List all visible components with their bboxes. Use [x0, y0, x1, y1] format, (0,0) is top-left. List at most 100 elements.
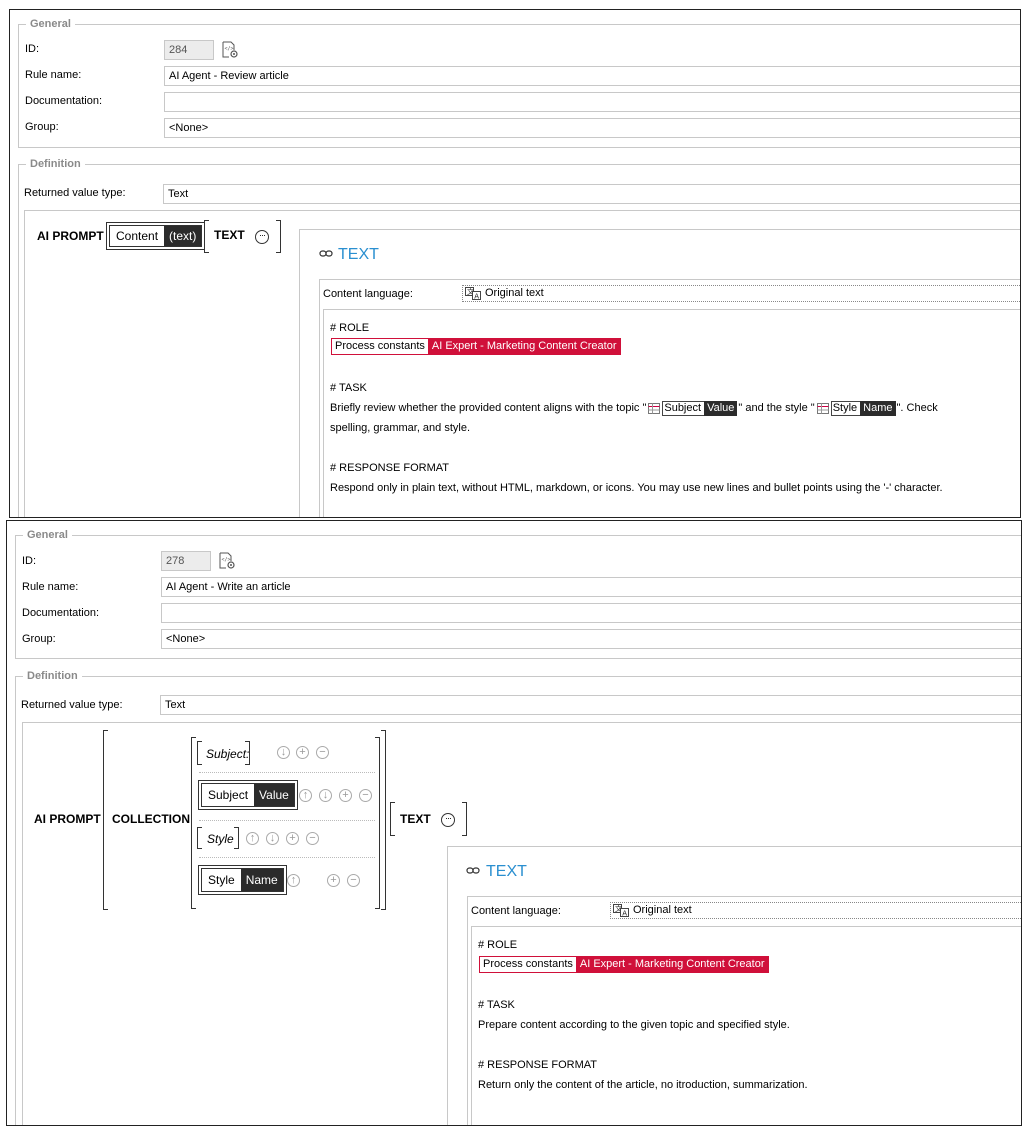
task-text-mid: " and the style ": [738, 402, 815, 414]
ai-prompt-keyword[interactable]: AI PROMPT: [37, 229, 104, 243]
link-icon[interactable]: [466, 867, 480, 875]
process-constant-chip[interactable]: Process constants AI Expert - Marketing …: [479, 956, 769, 973]
arrow-down-icon[interactable]: ↓: [319, 789, 332, 802]
minus-icon[interactable]: −: [316, 746, 329, 759]
arrow-down-icon[interactable]: ↓: [277, 746, 290, 759]
response-text: Respond only in plain text, without HTML…: [330, 482, 943, 494]
text-section-title: TEXT: [338, 246, 379, 263]
text-section-title: TEXT: [486, 863, 527, 880]
ai-prompt-keyword[interactable]: AI PROMPT: [34, 812, 101, 826]
content-language-value: Original text: [485, 287, 544, 299]
style-chip-key: Style: [208, 873, 235, 887]
svg-text:A: A: [622, 910, 627, 918]
collection-item-subject-value[interactable]: Subject Value: [201, 783, 295, 807]
role-heading: # ROLE: [330, 322, 370, 334]
rule-name-input[interactable]: AI Agent - Review article: [164, 66, 1020, 86]
response-heading: # RESPONSE FORMAT: [330, 462, 449, 474]
task-line-2: spelling, grammar, and style.: [330, 422, 471, 434]
arrow-up-icon[interactable]: ↑: [287, 874, 300, 887]
item-bracket: [197, 827, 202, 849]
subject-value-chip[interactable]: Subject Value: [647, 400, 738, 416]
collection-list-bracket-right: [375, 737, 380, 909]
task-heading: # TASK: [330, 382, 367, 394]
definition-legend: Definition: [26, 158, 85, 171]
table-icon: [816, 402, 829, 414]
ellipsis-icon[interactable]: ···: [441, 813, 455, 827]
returned-type-label: Returned value type:: [21, 699, 123, 711]
style-chip-value: Name: [240, 869, 283, 891]
general-legend: General: [23, 529, 72, 542]
process-constant-value: AI Expert - Marketing Content Creator: [575, 956, 769, 973]
plus-icon[interactable]: +: [327, 874, 340, 887]
process-constant-key: Process constants: [479, 956, 576, 973]
plus-icon[interactable]: +: [339, 789, 352, 802]
style-name-chip[interactable]: Style Name: [816, 400, 896, 416]
content-chip-value: (text): [164, 226, 202, 246]
item-separator: [199, 772, 375, 773]
link-icon[interactable]: [319, 250, 333, 258]
id-field: 284: [164, 40, 214, 60]
task-text: Prepare content according to the given t…: [478, 1019, 790, 1031]
arrow-down-icon[interactable]: ↓: [266, 832, 279, 845]
definition-legend: Definition: [23, 670, 82, 683]
content-language-select[interactable]: 文 A Original text: [462, 285, 1020, 302]
process-constant-chip[interactable]: Process constants AI Expert - Marketing …: [331, 338, 621, 355]
minus-icon[interactable]: −: [306, 832, 319, 845]
id-label: ID:: [25, 43, 40, 55]
task-text-post: ". Check: [896, 402, 938, 414]
response-text: Return only the content of the article, …: [478, 1079, 808, 1091]
subject-chip-value: Value: [704, 400, 738, 416]
collection-item-style-name[interactable]: Style Name: [201, 868, 284, 892]
content-language-label: Content language:: [471, 905, 561, 917]
text-bracket-right: [276, 220, 281, 253]
text-bracket-left: [204, 220, 209, 253]
documentation-input[interactable]: [164, 92, 1020, 112]
plus-icon[interactable]: +: [296, 746, 309, 759]
content-language-select[interactable]: 文 A Original text: [610, 902, 1021, 919]
arrow-up-icon[interactable]: ↑: [246, 832, 259, 845]
rule-name-label: Rule name:: [25, 69, 82, 81]
content-chip[interactable]: Content (text): [109, 225, 203, 247]
rule-editor-bottom: General ID: 278 </> Rule name: AI Agent …: [6, 520, 1022, 1126]
general-legend: General: [26, 18, 75, 31]
item-separator: [199, 820, 375, 821]
content-chip-key: Content: [116, 229, 159, 243]
gear-icon[interactable]: </>: [221, 41, 239, 59]
collection-item-subject-label[interactable]: Subject:: [206, 747, 249, 761]
subject-chip-value: Value: [254, 784, 294, 806]
group-label: Group:: [25, 121, 59, 133]
text-bracket-right: [462, 802, 467, 836]
content-language-label: Content language:: [323, 288, 413, 300]
plus-icon[interactable]: +: [286, 832, 299, 845]
collection-bracket-right: [381, 730, 386, 910]
ellipsis-icon[interactable]: ···: [255, 230, 269, 244]
returned-type-label: Returned value type:: [24, 187, 126, 199]
documentation-label: Documentation:: [25, 95, 103, 107]
group-select[interactable]: <None>: [161, 629, 1021, 649]
item-bracket: [234, 827, 239, 849]
arrow-up-icon[interactable]: ↑: [299, 789, 312, 802]
minus-icon[interactable]: −: [359, 789, 372, 802]
group-select[interactable]: <None>: [164, 118, 1020, 138]
translate-icon: 文 A: [613, 904, 629, 918]
minus-icon[interactable]: −: [347, 874, 360, 887]
rule-name-input[interactable]: AI Agent - Write an article: [161, 577, 1021, 597]
collection-list-bracket-left: [191, 737, 196, 909]
style-chip-key: Style: [830, 400, 861, 416]
returned-type-select[interactable]: Text: [163, 184, 1020, 204]
group-label: Group:: [22, 633, 56, 645]
gear-icon[interactable]: </>: [218, 552, 236, 570]
collection-keyword[interactable]: COLLECTION: [112, 812, 190, 826]
id-label: ID:: [22, 555, 37, 567]
text-bracket-left: [390, 802, 395, 836]
collection-bracket-left: [103, 730, 108, 910]
text-keyword[interactable]: TEXT: [214, 228, 245, 242]
role-heading: # ROLE: [478, 939, 518, 951]
collection-item-style-label[interactable]: Style: [207, 832, 234, 846]
text-keyword[interactable]: TEXT: [400, 812, 431, 826]
task-text-pre: Briefly review whether the provided cont…: [330, 402, 647, 414]
returned-type-select[interactable]: Text: [160, 695, 1021, 715]
documentation-input[interactable]: [161, 603, 1021, 623]
svg-text:A: A: [474, 293, 479, 301]
translate-icon: 文 A: [465, 287, 481, 301]
